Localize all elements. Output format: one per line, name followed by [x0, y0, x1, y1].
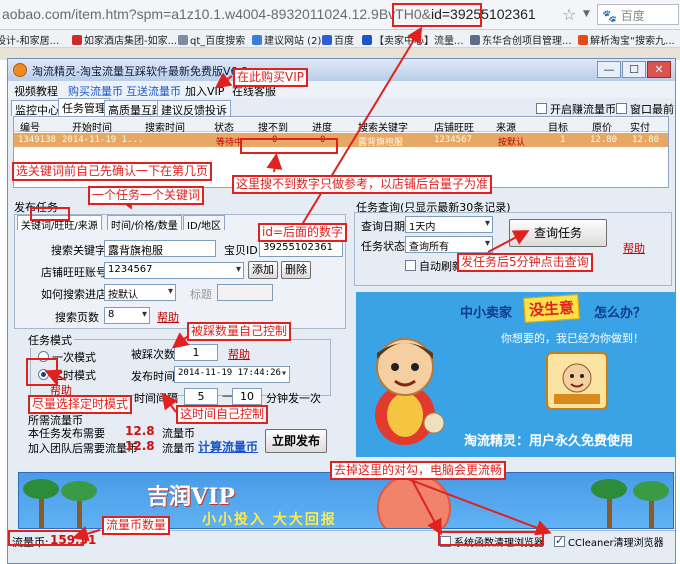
arrow-cannot-find: [266, 153, 283, 173]
screenshot-root: aobao.com/item.htm?spm=a1z10.1.w4004-893…: [0, 0, 680, 564]
note-interval-tip: 这时间自己控制: [176, 405, 269, 424]
arrow-url-id: [299, 26, 423, 229]
arrow-vip: [214, 72, 233, 89]
arrow-cleanup-2: [399, 475, 552, 536]
arrow-coins: [72, 525, 101, 542]
note-clicks-tip: 被踩数量自己控制: [187, 322, 292, 341]
note-check-page: 选关键词前自己先确认一下在第几页: [12, 162, 213, 181]
arrow-query: [487, 230, 530, 253]
note-id-number: id=后面的数字: [258, 223, 348, 242]
note-timed-tip: 尽量选择定时模式: [28, 395, 133, 414]
arrow-interval: [161, 392, 178, 413]
note-cannot-find: 这里搜不到数字只做参考，以店铺后台量子为准: [232, 175, 493, 194]
note-cleanup-tip: 去掉这里的对勾，电脑会更流畅: [330, 461, 507, 480]
note-one-keyword: 一个任务一个关键词: [88, 186, 205, 205]
note-query-tip: 发任务后5分钟点击查询: [457, 253, 593, 272]
arrow-timed: [44, 369, 67, 385]
note-coins-tip: 流量币数量: [102, 516, 171, 535]
note-buy-vip: 在此购买VIP: [233, 68, 308, 87]
